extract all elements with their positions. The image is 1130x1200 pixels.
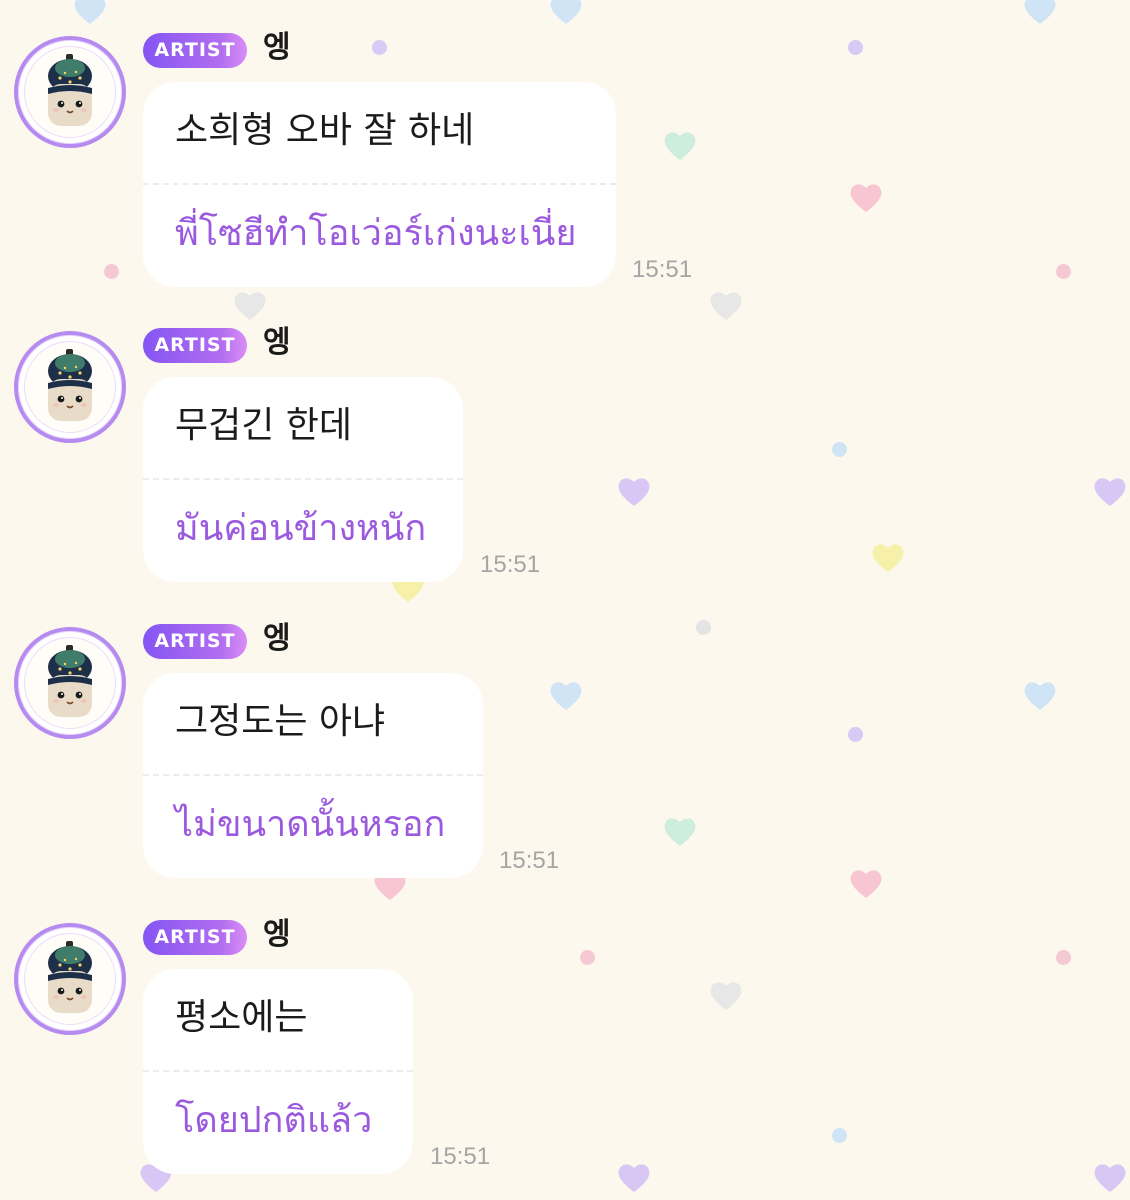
translation-text: ไม่ขนาดนั้นหรอก [175,804,446,845]
message-timestamp: 15:51 [632,256,693,283]
translation-divider [143,774,483,776]
artist-badge: ARTIST [143,328,247,363]
chat-message: ARTIST 엥 그정도는 아냐 ไม่ขนาดนั้นหรอก 15:51 [0,591,1130,878]
chat-message: ARTIST 엥 무겁긴 한데 มันค่อนข้างหนัก 15:51 [0,295,1130,582]
message-text: 그정도는 아냐 [175,701,386,742]
message-text: 평소에는 [175,997,308,1038]
message-text: 무겁긴 한데 [175,405,353,446]
avatar[interactable] [14,36,126,148]
heart-icon [1092,1160,1128,1196]
translation-text: พี่โซฮีทำโอเว่อร์เก่งนะเนี่ย [175,213,577,254]
artist-badge: ARTIST [143,33,247,68]
avatar[interactable] [14,627,126,739]
sender-name: 엥 [263,621,291,656]
sender-name: 엥 [263,917,291,952]
artist-badge: ARTIST [143,920,247,955]
translation-divider [143,183,616,185]
message-bubble[interactable]: 그정도는 아냐 ไม่ขนาดนั้นหรอก [143,673,483,878]
translation-text: มันค่อนข้างหนัก [175,508,427,549]
message-bubble[interactable]: 소희형 오바 잘 하네 พี่โซฮีทำโอเว่อร์เก่งนะเนี่ย [143,82,616,287]
translation-divider [143,478,463,480]
translation-text: โดยปกติแล้ว [175,1100,373,1141]
chat-message: ARTIST 엥 평소에는 โดยปกติแล้ว 15:51 [0,887,1130,1174]
chat-message: ARTIST 엥 소희형 오바 잘 하네 พี่โซฮีทำโอเว่อร์เก… [0,0,1130,287]
message-bubble[interactable]: 평소에는 โดยปกติแล้ว [143,969,413,1174]
heart-icon [616,1160,652,1196]
avatar[interactable] [14,923,126,1035]
message-bubble[interactable]: 무겁긴 한데 มันค่อนข้างหนัก [143,377,463,582]
sender-name: 엥 [263,30,291,65]
message-text: 소희형 오바 잘 하네 [175,110,475,151]
message-timestamp: 15:51 [499,847,560,874]
message-timestamp: 15:51 [480,551,541,578]
translation-divider [143,1070,413,1072]
sender-name: 엥 [263,325,291,360]
artist-badge: ARTIST [143,624,247,659]
message-timestamp: 15:51 [430,1143,491,1170]
avatar[interactable] [14,331,126,443]
